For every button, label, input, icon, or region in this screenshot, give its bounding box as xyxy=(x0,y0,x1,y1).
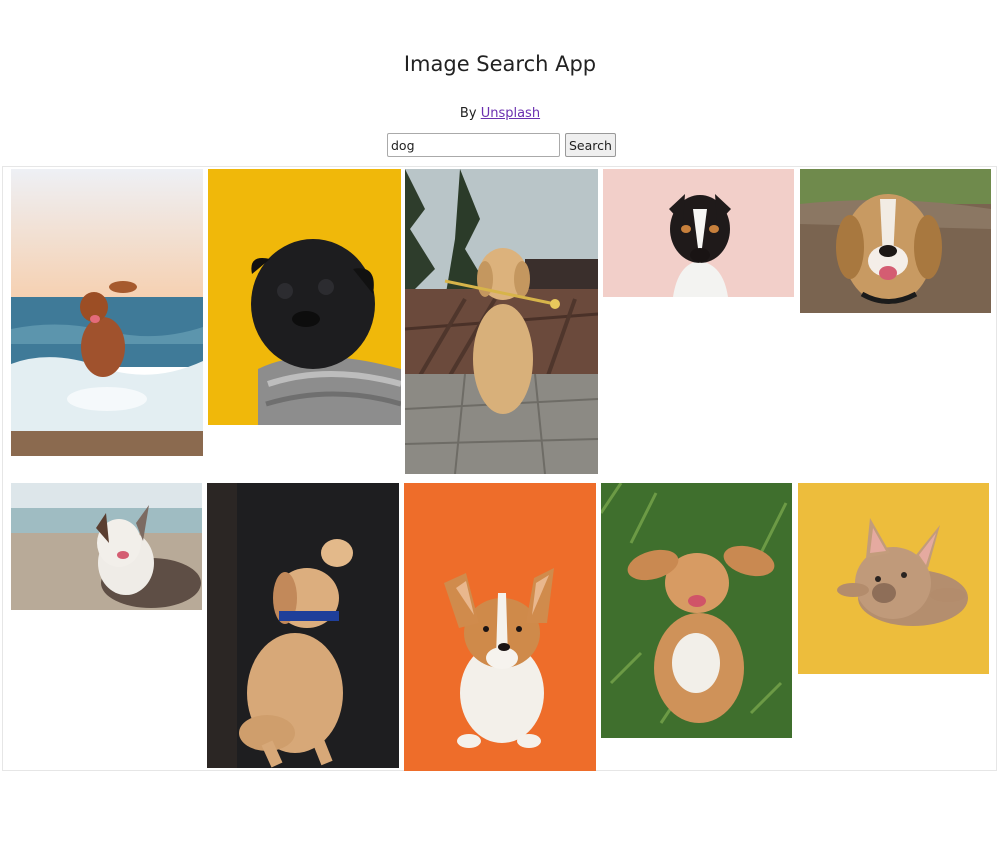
result-image-spaniel[interactable] xyxy=(601,483,792,738)
byline-prefix: By xyxy=(459,106,477,121)
result-image-pug[interactable] xyxy=(208,169,401,425)
result-image-golden-retriever[interactable] xyxy=(405,169,598,474)
result-image-australian-shepherd[interactable] xyxy=(11,483,202,610)
result-image-terrier[interactable] xyxy=(603,169,794,297)
result-image-french-bulldog[interactable] xyxy=(798,483,989,674)
result-image-corgi[interactable] xyxy=(404,483,596,771)
page-title: Image Search App xyxy=(403,52,597,76)
result-image-labrador[interactable] xyxy=(207,483,399,768)
search-input[interactable] xyxy=(387,133,560,157)
search-button[interactable]: Search xyxy=(565,133,616,157)
unsplash-link[interactable]: Unsplash xyxy=(481,106,540,121)
search-form: Search xyxy=(387,133,616,157)
result-image-beach-dog[interactable] xyxy=(11,169,203,456)
result-image-beagle[interactable] xyxy=(800,169,991,313)
byline: By Unsplash xyxy=(0,106,1000,121)
